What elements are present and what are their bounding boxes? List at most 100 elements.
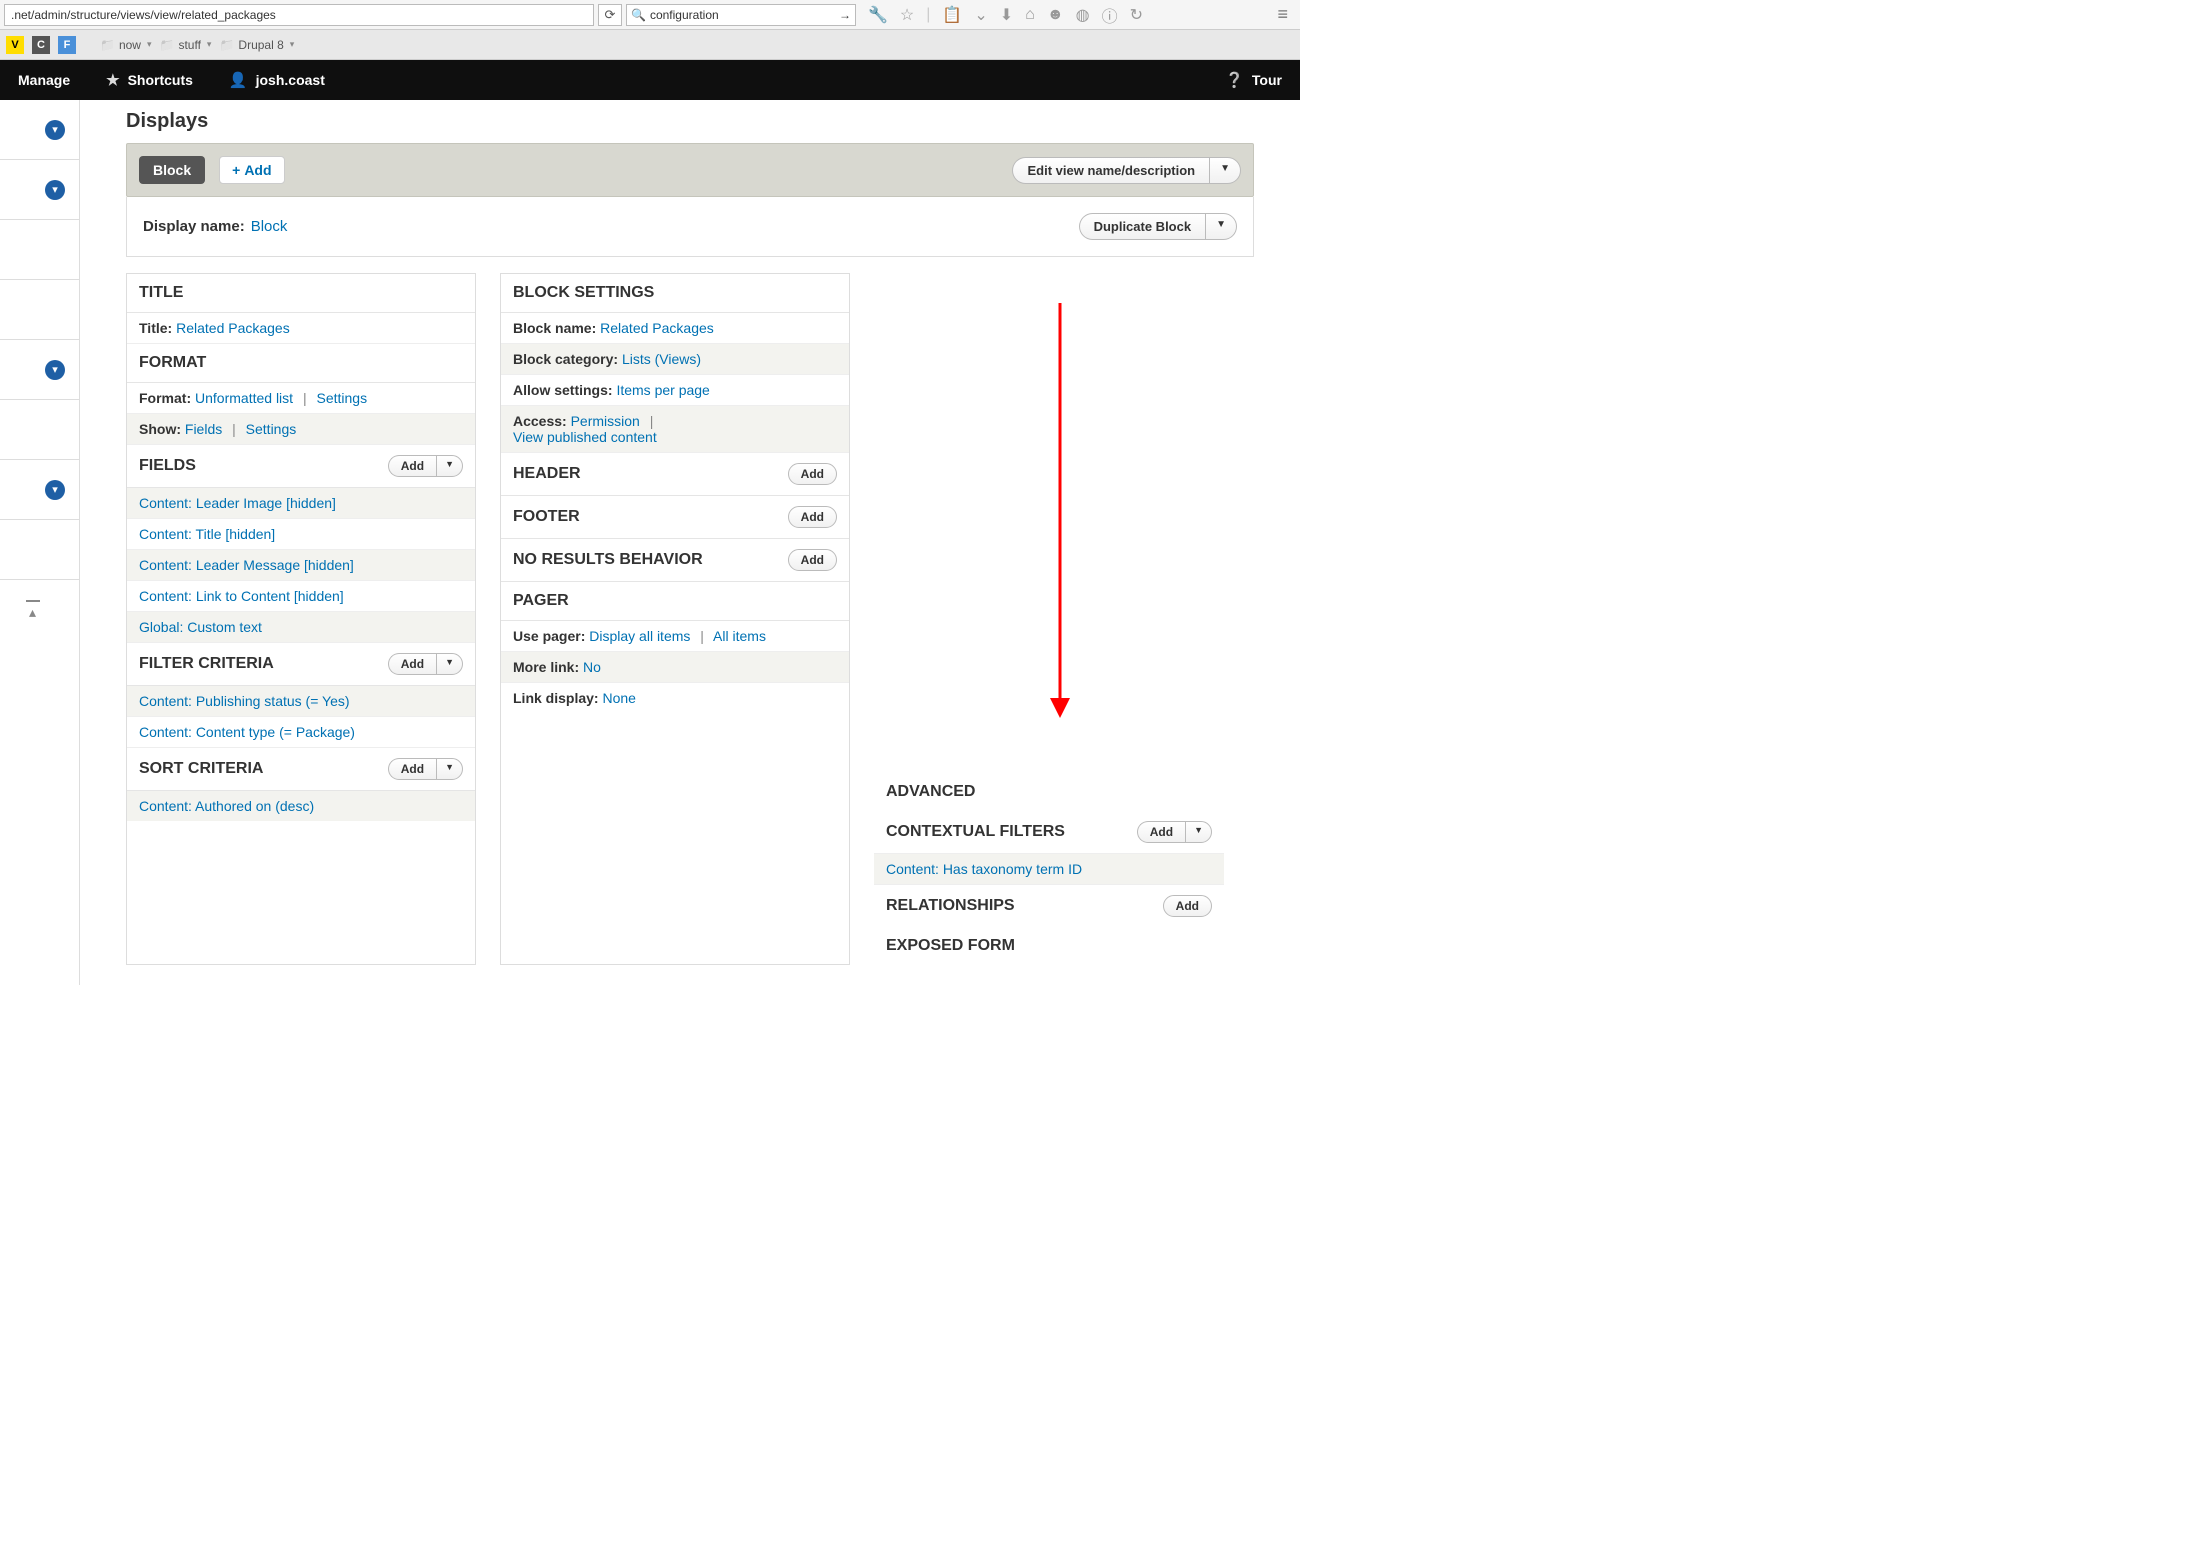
column-block-settings: BLOCK SETTINGS Block name: Related Packa… (500, 273, 850, 965)
info-icon[interactable]: ⓘ (1102, 3, 1118, 27)
section-header-header: HEADER Add (501, 453, 849, 496)
filter-link[interactable]: Content: Publishing status (= Yes) (139, 693, 350, 709)
chevron-down-icon: ▾ (45, 180, 65, 200)
sort-add-button[interactable]: Add▼ (388, 758, 463, 780)
search-text: configuration (650, 8, 719, 22)
format-row: Format: Unformatted list | Settings (127, 383, 475, 414)
fields-add-button[interactable]: Add▼ (388, 455, 463, 477)
bookmark-folder-now[interactable]: now▾ (100, 38, 152, 52)
display-name-row: Display name: Block Duplicate Block ▼ (126, 197, 1254, 257)
toolbar-user[interactable]: 👤josh.coast (211, 60, 343, 100)
star-icon[interactable]: ☆ (900, 5, 914, 25)
section-filter-header: FILTER CRITERIA Add▼ (127, 643, 475, 686)
plus-icon: + (232, 162, 240, 178)
section-sort-header: SORT CRITERIA Add▼ (127, 748, 475, 791)
show-link[interactable]: Fields (185, 421, 222, 437)
toolbar-manage[interactable]: Manage (0, 60, 88, 100)
admin-sidebar: ▾ ▾ ▾ ▾ ▴ (0, 100, 80, 985)
sidebar-row[interactable]: ▾ (0, 160, 79, 220)
linkdisplay-link[interactable]: None (602, 690, 635, 706)
footer-add-button[interactable]: Add (788, 506, 837, 528)
chevron-down-icon[interactable]: ▼ (1209, 157, 1241, 184)
pager-items-link[interactable]: All items (713, 628, 766, 644)
allow-settings-link[interactable]: Items per page (616, 382, 709, 398)
relationships-add-button[interactable]: Add (1163, 895, 1212, 917)
format-settings-link[interactable]: Settings (316, 390, 367, 406)
bookmark-c-icon[interactable]: C (32, 36, 50, 54)
sidebar-collapse[interactable]: ▴ (0, 580, 79, 640)
firebug-icon[interactable]: ◍ (1076, 5, 1090, 25)
sidebar-row[interactable]: ▾ (0, 460, 79, 520)
chevron-down-icon[interactable]: ▼ (436, 653, 463, 675)
filter-add-button[interactable]: Add▼ (388, 653, 463, 675)
section-title-header: TITLE (127, 274, 475, 313)
access-link[interactable]: Permission (571, 413, 640, 429)
field-link[interactable]: Content: Link to Content [hidden] (139, 588, 344, 604)
title-row: Title: Related Packages (127, 313, 475, 344)
toolbar-tour[interactable]: ❔Tour (1207, 60, 1300, 100)
bookmark-folder-stuff[interactable]: stuff▾ (160, 38, 212, 52)
help-icon: ❔ (1225, 71, 1244, 89)
column-advanced: ADVANCED CONTEXTUAL FILTERS Add▼ Content… (874, 273, 1224, 965)
toolbar-shortcuts[interactable]: ★Shortcuts (88, 60, 211, 100)
bookmark-f-icon[interactable]: F (58, 36, 76, 54)
format-link[interactable]: Unformatted list (195, 390, 293, 406)
title-link[interactable]: Related Packages (176, 320, 290, 336)
filter-link[interactable]: Content: Content type (= Package) (139, 724, 355, 740)
sidebar-row[interactable]: ▾ (0, 340, 79, 400)
bookmarks-bar: V C F now▾ stuff▾ Drupal 8▾ (0, 30, 1300, 60)
morelink-link[interactable]: No (583, 659, 601, 675)
field-link[interactable]: Global: Custom text (139, 619, 262, 635)
sort-link[interactable]: Content: Authored on (desc) (139, 798, 314, 814)
home-icon[interactable]: ⌂ (1025, 6, 1035, 24)
sidebar-row[interactable] (0, 400, 79, 460)
chevron-down-icon[interactable]: ▼ (1185, 821, 1212, 843)
section-pager-header: PAGER (501, 582, 849, 621)
access-value-link[interactable]: View published content (513, 429, 657, 445)
header-add-button[interactable]: Add (788, 463, 837, 485)
search-go-icon[interactable]: → (839, 8, 851, 22)
bookmark-folder-drupal8[interactable]: Drupal 8▾ (219, 38, 294, 52)
section-advanced-header[interactable]: ADVANCED (874, 773, 1224, 811)
display-tab-block[interactable]: Block (139, 156, 205, 184)
chevron-down-icon[interactable]: ▼ (1205, 213, 1237, 240)
section-fields-header: FIELDS Add▼ (127, 445, 475, 488)
displays-tab-bar: Block +Add Edit view name/description ▼ (126, 143, 1254, 197)
block-category-link[interactable]: Lists (Views) (622, 351, 701, 367)
show-row: Show: Fields | Settings (127, 414, 475, 445)
show-settings-link[interactable]: Settings (246, 421, 297, 437)
download-icon[interactable]: ⬇ (1000, 5, 1013, 25)
field-link[interactable]: Content: Leader Message [hidden] (139, 557, 354, 573)
wrench-icon[interactable]: 🔧 (868, 5, 888, 25)
sidebar-row[interactable] (0, 280, 79, 340)
chevron-down-icon: ▾ (45, 480, 65, 500)
add-display-button[interactable]: +Add (219, 156, 284, 184)
field-link[interactable]: Content: Title [hidden] (139, 526, 275, 542)
chevron-down-icon[interactable]: ▼ (436, 455, 463, 477)
sidebar-row[interactable]: ▾ (0, 100, 79, 160)
bookmark-v-icon[interactable]: V (6, 36, 24, 54)
browser-search-input[interactable]: 🔍 configuration → (626, 4, 856, 26)
sidebar-row[interactable] (0, 220, 79, 280)
noresults-add-button[interactable]: Add (788, 549, 837, 571)
face-icon[interactable]: ☻ (1047, 6, 1064, 24)
contextual-filter-link[interactable]: Content: Has taxonomy term ID (886, 861, 1082, 877)
sync-icon[interactable]: ↻ (1130, 5, 1143, 25)
chevron-down-icon: ▾ (45, 120, 65, 140)
field-link[interactable]: Content: Leader Image [hidden] (139, 495, 336, 511)
section-noresults-header: NO RESULTS BEHAVIOR Add (501, 539, 849, 582)
sidebar-row[interactable] (0, 520, 79, 580)
url-input[interactable]: .net/admin/structure/views/view/related_… (4, 4, 594, 26)
hamburger-icon[interactable]: ≡ (1277, 4, 1296, 25)
block-name-link[interactable]: Related Packages (600, 320, 714, 336)
duplicate-block-button[interactable]: Duplicate Block ▼ (1079, 213, 1237, 240)
chevron-down-icon[interactable]: ▼ (436, 758, 463, 780)
reload-button[interactable]: ⟳ (598, 4, 622, 26)
contextual-add-button[interactable]: Add▼ (1137, 821, 1212, 843)
pager-link[interactable]: Display all items (589, 628, 690, 644)
clipboard-icon[interactable]: 📋 (942, 5, 962, 25)
pocket-icon[interactable]: ⌄ (974, 5, 987, 25)
edit-view-button[interactable]: Edit view name/description ▼ (1012, 157, 1241, 184)
section-footer-header: FOOTER Add (501, 496, 849, 539)
display-name-value[interactable]: Block (251, 218, 288, 235)
